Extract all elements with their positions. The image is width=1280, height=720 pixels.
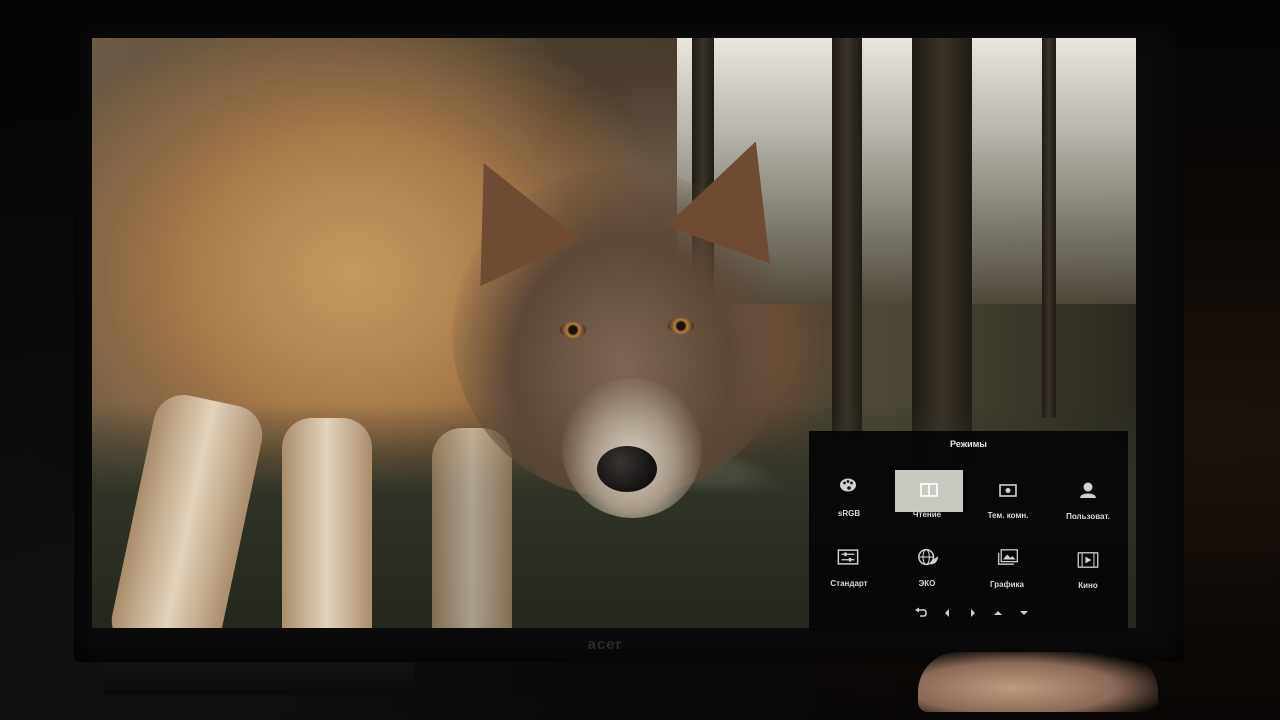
- monitor-brand-logo: acer: [587, 636, 623, 653]
- mode-label-eco: ЭКО: [918, 579, 936, 588]
- back-icon[interactable]: [914, 606, 928, 620]
- wolf-leg: [282, 418, 372, 628]
- mode-user[interactable]: [1054, 471, 1122, 513]
- user-icon: [1077, 481, 1099, 499]
- right-arrow-icon[interactable]: [966, 606, 980, 620]
- up-arrow-icon[interactable]: [991, 606, 1005, 620]
- hand-pressing-button: [918, 652, 1158, 712]
- eco-globe-icon: [917, 548, 939, 566]
- tree-trunk: [832, 38, 862, 438]
- mode-label-reading: Чтение: [912, 510, 942, 519]
- mode-label-movie: Кино: [1078, 581, 1098, 590]
- mode-label-srgb: sRGB: [837, 509, 861, 518]
- dark-room-icon: [997, 481, 1019, 499]
- down-arrow-icon[interactable]: [1017, 606, 1031, 620]
- wolf-eye: [560, 322, 586, 338]
- mode-graphics[interactable]: [974, 543, 1042, 585]
- mode-movie[interactable]: [1054, 543, 1122, 585]
- mode-label-user: Пользоват.: [1066, 512, 1110, 521]
- left-arrow-icon[interactable]: [940, 606, 954, 620]
- osd-title: Режимы: [950, 439, 987, 449]
- mode-label-standard: Стандарт: [830, 579, 868, 588]
- sliders-icon: [837, 548, 859, 566]
- mode-srgb[interactable]: [814, 471, 882, 513]
- picture-icon: [997, 548, 1019, 566]
- palette-icon: [837, 476, 859, 494]
- tree-trunk: [912, 38, 972, 458]
- wolf-nose: [597, 446, 657, 492]
- mode-dark-room[interactable]: [974, 471, 1042, 513]
- film-icon: [1077, 551, 1099, 569]
- book-icon: [918, 481, 940, 499]
- wolf-eye: [668, 318, 694, 334]
- mode-label-graphics: Графика: [990, 580, 1024, 589]
- tree-trunk: [1042, 38, 1056, 418]
- osd-modes-menu: Режимы sRGB Чтение Тем. комн. Пользоват.…: [809, 431, 1128, 631]
- wolf-leg: [432, 428, 512, 628]
- mode-reading-selected[interactable]: [895, 470, 963, 512]
- mode-label-dark-room: Тем. комн.: [987, 511, 1029, 520]
